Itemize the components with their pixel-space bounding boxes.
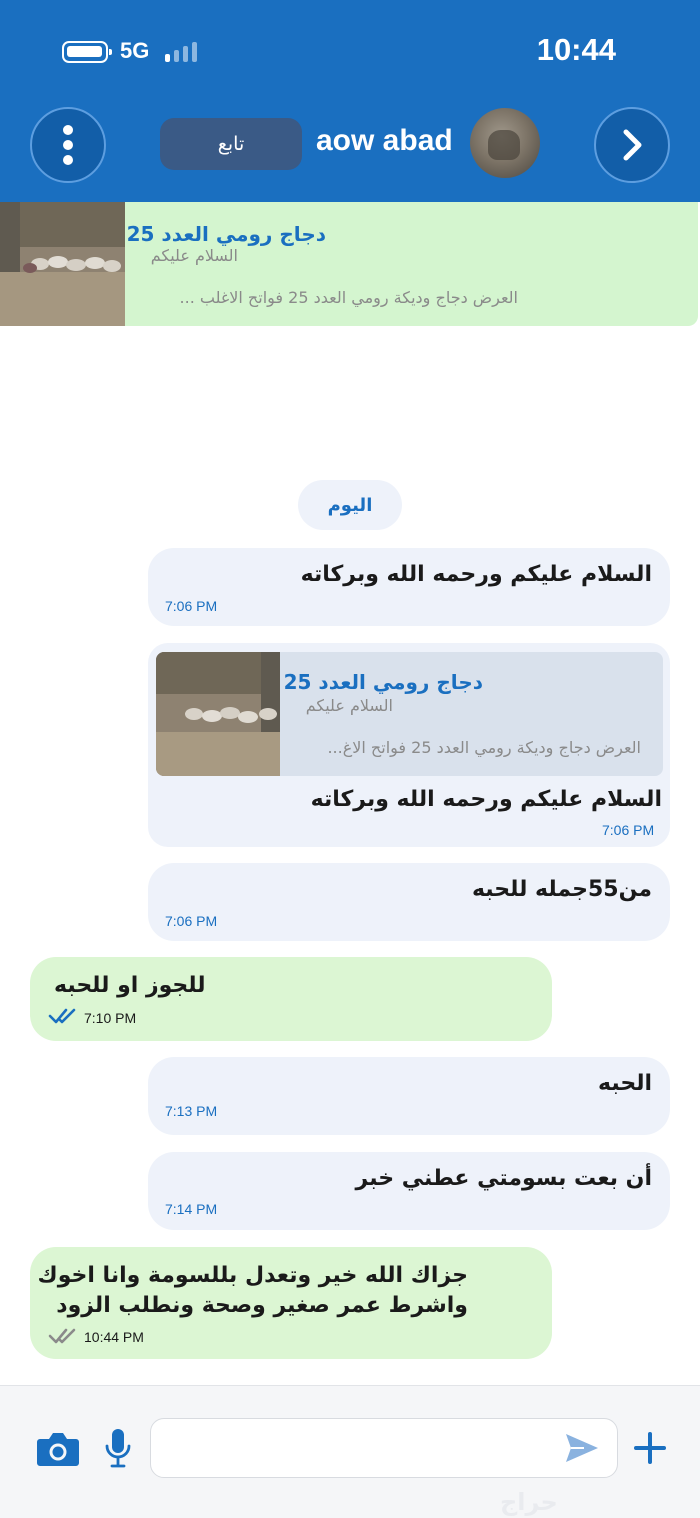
listing-greeting: السلام عليكم [150,246,238,265]
follow-button[interactable]: تابع [160,118,302,170]
avatar[interactable] [470,108,540,178]
listing-thumbnail [0,202,125,326]
message-text-line-2: واشرط عمر صغير وصحة ونطلب الزود [56,1293,468,1318]
message-incoming[interactable]: أن بعت بسومتي عطني خبر 7:14 PM [148,1152,670,1230]
message-time: 7:13 PM [165,1103,218,1119]
message-time: 7:06 PM [165,913,218,929]
message-text-line-1: جزاك الله خير وتعدل بللسومة وانا اخوك [37,1263,468,1288]
chat-header: 5G 10:44 تابع aow abad [0,0,700,202]
listing-description: العرض دجاج وديكة رومي العدد 25 فواتح الا… [179,288,518,307]
network-label: 5G [120,38,150,63]
status-bar: 5G 10:44 [0,0,700,100]
double-check-read-icon [48,1008,76,1024]
double-check-sent-icon [48,1328,76,1344]
quoted-listing[interactable]: دجاج رومي العدد 25 السلام عليكم العرض دج… [156,652,663,776]
date-separator: اليوم [298,480,402,530]
message-input[interactable] [150,1418,618,1478]
message-text: الحبه [598,1071,652,1096]
message-incoming[interactable]: من55جمله للحبه 7:06 PM [148,863,670,941]
chevron-right-icon [623,129,642,161]
message-outgoing[interactable]: جزاك الله خير وتعدل بللسومة وانا اخوك وا… [30,1247,552,1359]
message-text: للجوز او للحبه [54,973,206,998]
message-outgoing[interactable]: للجوز او للحبه 7:10 PM [30,957,552,1041]
plus-icon[interactable] [632,1430,668,1466]
watermark-logo: حراج [500,1488,558,1516]
more-menu-button[interactable] [30,107,106,183]
message-text: من55جمله للحبه [471,877,652,902]
quoted-listing-greeting: السلام عليكم [305,696,393,715]
status-time: 10:44 [536,32,616,67]
microphone-icon[interactable] [104,1428,132,1468]
listing-title: دجاج رومي العدد 25 [126,222,326,246]
battery-icon [62,41,112,63]
message-incoming[interactable]: الحبه 7:13 PM [148,1057,670,1135]
signal-icon [165,42,199,62]
quoted-listing-title: دجاج رومي العدد 25 [283,670,483,694]
more-vertical-icon [63,120,73,170]
message-time: 7:06 PM [602,822,655,838]
message-composer [0,1385,700,1518]
forward-button[interactable] [594,107,670,183]
message-text: السلام عليكم ورحمه الله وبركاته [310,787,662,812]
message-time: 7:06 PM [165,598,218,614]
user-name[interactable]: aow abad [316,124,453,158]
camera-icon[interactable] [36,1431,80,1467]
message-text: السلام عليكم ورحمه الله وبركاته [300,562,652,587]
quoted-listing-thumbnail [156,652,280,776]
message-time: 7:14 PM [165,1201,218,1217]
message-incoming[interactable]: السلام عليكم ورحمه الله وبركاته 7:06 PM [148,548,670,626]
listing-banner[interactable]: دجاج رومي العدد 25 السلام عليكم العرض دج… [0,202,698,326]
message-text: أن بعت بسومتي عطني خبر [355,1166,652,1191]
send-icon[interactable] [564,1432,600,1464]
message-time: 7:10 PM [84,1010,137,1026]
message-time: 10:44 PM [84,1329,144,1345]
quoted-listing-description: العرض دجاج وديكة رومي العدد 25 فواتح الا… [327,738,641,757]
